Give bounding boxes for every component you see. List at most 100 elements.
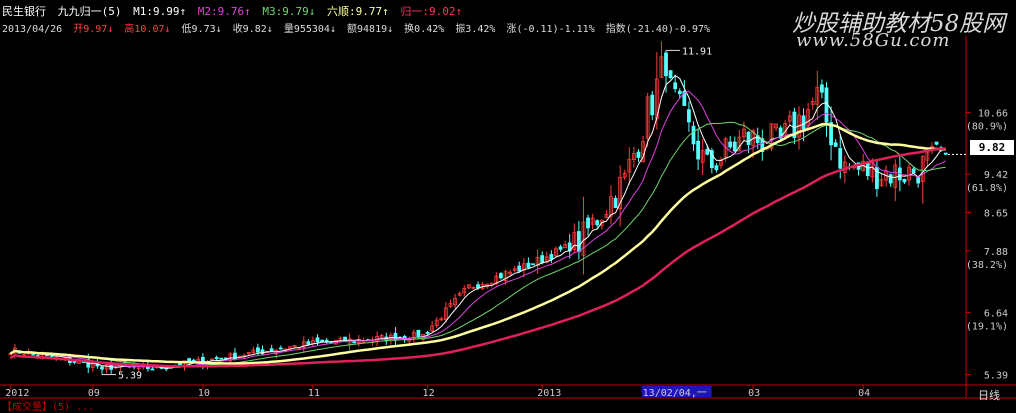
candle-body xyxy=(723,138,728,159)
m1-value: M1:9.99↑ xyxy=(133,5,187,18)
candle-body xyxy=(943,152,948,155)
annotation-label: 5.39 xyxy=(118,371,142,382)
candle-body xyxy=(558,246,563,250)
six-smooth-line xyxy=(9,122,946,365)
candle-body xyxy=(884,170,888,181)
indicator-header: 民生银行 九九归一(5) M1:9.99↑ M2:9.76↑ M3:9.79↓ … xyxy=(2,3,467,19)
candle-body xyxy=(54,356,59,360)
candle-body xyxy=(925,151,930,161)
candle-body xyxy=(434,319,439,326)
candle-body xyxy=(572,232,577,251)
period-label[interactable]: 日线 xyxy=(978,387,1000,403)
candle-body xyxy=(306,341,311,345)
candle-body xyxy=(324,339,329,343)
candle-body xyxy=(861,160,866,172)
candle-body xyxy=(535,256,540,267)
ma-lines xyxy=(9,74,946,369)
candle-body xyxy=(742,128,746,138)
candle-body xyxy=(118,363,123,368)
candle-body xyxy=(829,122,833,146)
candle-body xyxy=(269,348,274,352)
candle-body xyxy=(68,356,72,364)
candle-body xyxy=(930,146,934,151)
candle-body xyxy=(682,91,687,106)
candle-body xyxy=(178,362,182,367)
candle-body xyxy=(210,358,214,361)
candle-body xyxy=(444,307,448,320)
candle-body xyxy=(732,141,737,152)
indicator-name[interactable]: 九九归一(5) xyxy=(58,3,122,19)
x-tick-label: 12 xyxy=(423,388,435,399)
x-tick-label: 10 xyxy=(198,388,210,399)
candle-body xyxy=(797,114,801,138)
candle-body xyxy=(806,109,811,126)
candle-body xyxy=(764,147,769,150)
candle-body xyxy=(315,337,320,343)
candle-body xyxy=(595,220,600,226)
candle-body xyxy=(719,159,723,166)
bar-date: 2013/04/26 xyxy=(2,24,63,35)
y-tick-label: 9.42 xyxy=(984,170,1008,181)
fib-pct-label: (80.9%) xyxy=(966,122,1008,133)
candle-body xyxy=(613,197,618,208)
candle-body xyxy=(888,174,893,184)
candle-body xyxy=(934,141,939,145)
candle-body xyxy=(90,363,95,368)
candle-body xyxy=(411,331,416,338)
candle-body xyxy=(457,293,462,296)
candle-body xyxy=(95,361,100,367)
candle-body xyxy=(618,176,623,210)
candle-body xyxy=(737,136,742,152)
candle-body xyxy=(219,357,224,360)
candle-body xyxy=(35,355,40,357)
candle-body xyxy=(63,357,68,361)
candle-body xyxy=(512,268,517,271)
candle-body xyxy=(136,364,141,369)
candle-body xyxy=(12,347,17,354)
candle-body xyxy=(352,341,357,344)
candle-body xyxy=(145,363,150,370)
candle-body xyxy=(109,363,114,370)
candle-body xyxy=(632,153,636,161)
y-tick-label: 6.64 xyxy=(984,308,1008,319)
candle-body xyxy=(187,358,192,364)
x-tick-label: 03 xyxy=(748,388,760,399)
index-change: 指数(-21.40)-0.97% xyxy=(605,24,711,35)
candles xyxy=(8,41,948,375)
candle-body xyxy=(503,271,508,281)
m2-value: M2:9.76↑ xyxy=(197,5,251,18)
x-tick-label: 04 xyxy=(858,388,870,399)
return-one-value: 归一:9.02↑ xyxy=(400,5,463,18)
axes: 10.66 (80.9%) 9.42 (61.8%) 8.65 7.88 (38.2%) 6.… xyxy=(0,36,1016,399)
candle-body xyxy=(375,336,380,342)
candle-body xyxy=(297,346,302,349)
candle-body xyxy=(787,115,792,122)
candle-body xyxy=(820,84,824,93)
bar-volume: 量955304↓ xyxy=(283,24,336,35)
candle-body xyxy=(907,166,911,181)
candle-body xyxy=(783,122,788,137)
candle-body xyxy=(288,346,292,349)
candle-body xyxy=(72,359,77,363)
candle-body xyxy=(100,366,104,370)
candle-body xyxy=(246,352,251,355)
candle-body xyxy=(223,357,228,360)
price-chart[interactable]: 10.66 (80.9%) 9.42 (61.8%) 8.65 7.88 (38.2%) 6.… xyxy=(0,0,1016,408)
candle-body xyxy=(833,142,838,147)
candle-body xyxy=(333,339,338,345)
candle-body xyxy=(338,337,343,342)
candle-body xyxy=(214,357,219,360)
y-tick-label: 10.66 xyxy=(978,109,1008,120)
candle-body xyxy=(865,161,870,177)
candle-body xyxy=(760,138,765,152)
candle-body xyxy=(164,367,169,370)
candle-body xyxy=(480,283,485,290)
annotation-label: 11.91 xyxy=(682,46,712,57)
candle-body xyxy=(604,214,609,219)
candle-body xyxy=(26,351,31,355)
candle-body xyxy=(40,353,45,358)
candle-body xyxy=(453,297,457,306)
candle-body xyxy=(544,256,549,263)
stock-name[interactable]: 民生银行 xyxy=(2,3,46,19)
bar-amplitude: 振3.42% xyxy=(455,24,496,35)
